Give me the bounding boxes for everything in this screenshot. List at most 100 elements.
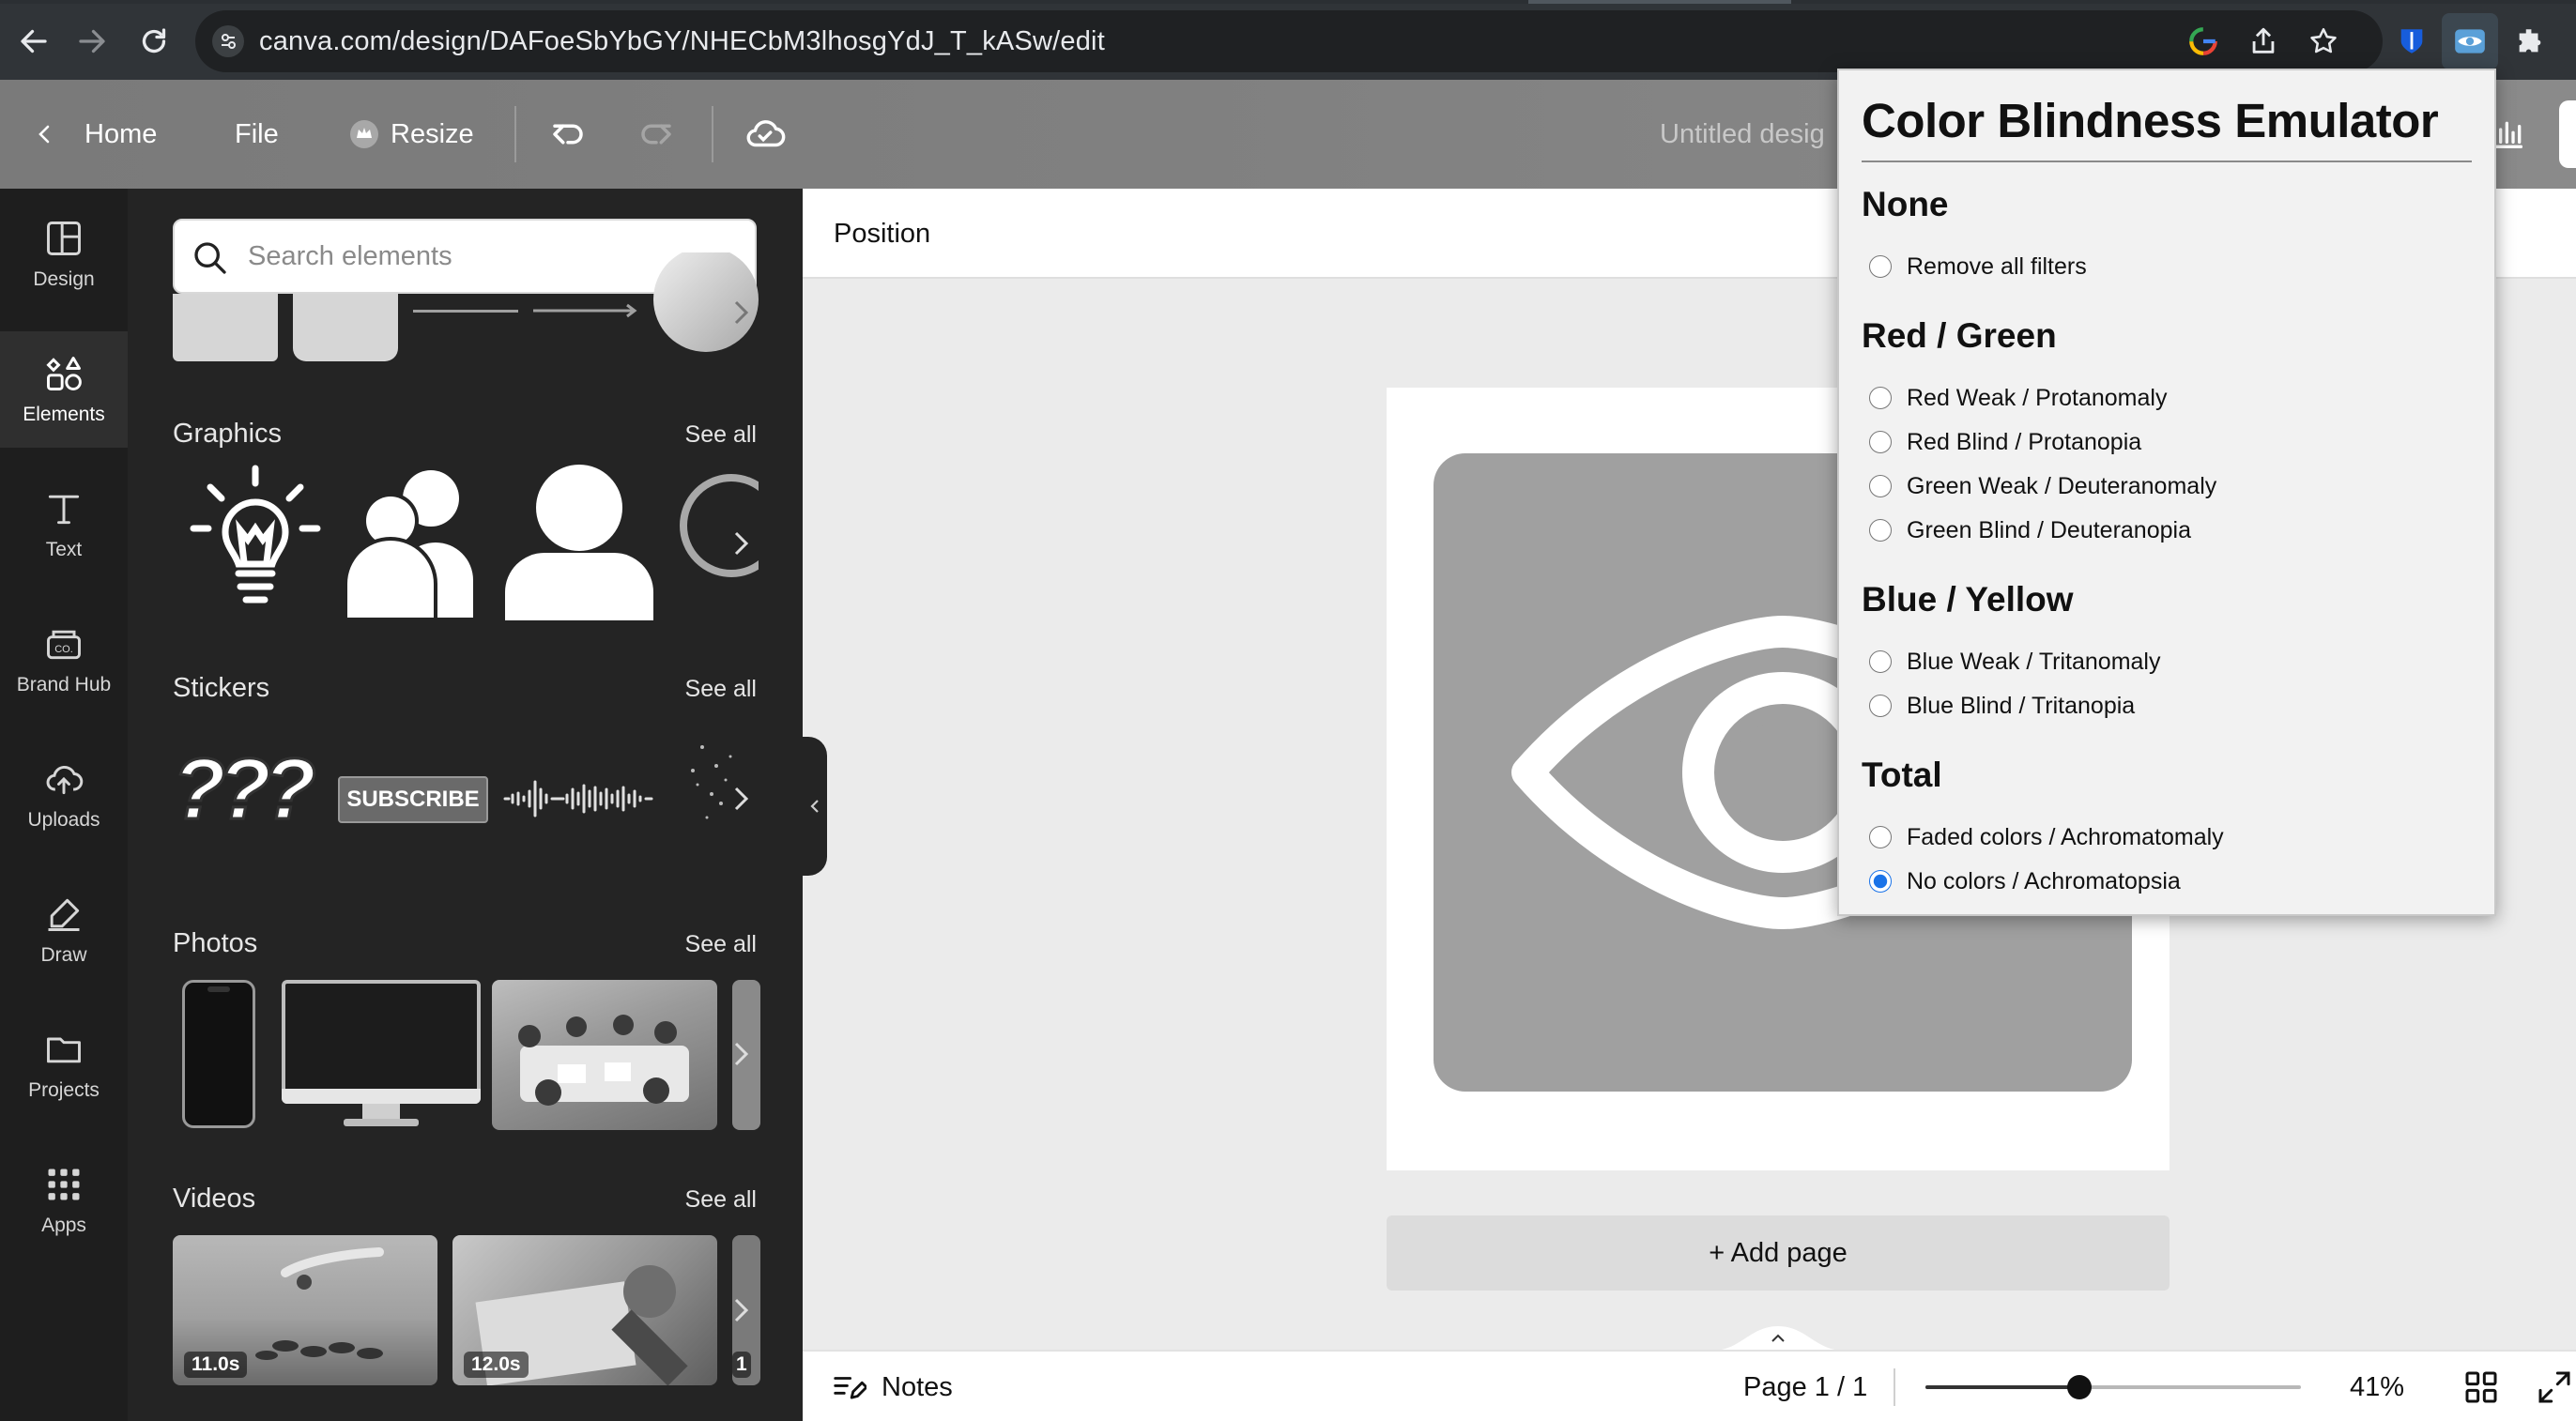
extensions-button[interactable] bbox=[2502, 13, 2558, 69]
filter-option[interactable]: Blue Blind / Tritanopia bbox=[1869, 687, 2135, 725]
video-thumb-1[interactable]: 11.0s bbox=[173, 1235, 437, 1385]
notes-button[interactable]: Notes bbox=[831, 1352, 953, 1421]
filter-option[interactable]: Green Blind / Deuteranopia bbox=[1869, 512, 2191, 549]
rail-label: Design bbox=[33, 268, 95, 290]
rail-item-text[interactable]: Text bbox=[0, 466, 128, 583]
filter-radio[interactable] bbox=[1869, 519, 1892, 542]
filter-label: Remove all filters bbox=[1907, 252, 2087, 280]
filter-radio[interactable] bbox=[1869, 826, 1892, 848]
fullscreen-button[interactable] bbox=[2536, 1368, 2573, 1411]
rail-item-draw[interactable]: Draw bbox=[0, 872, 128, 988]
zoom-slider-handle[interactable] bbox=[2067, 1375, 2092, 1399]
expand-icon bbox=[2538, 1371, 2570, 1403]
shape-square-thumb[interactable] bbox=[173, 294, 278, 361]
text-icon bbox=[48, 495, 80, 525]
filter-radio[interactable] bbox=[1869, 255, 1892, 278]
filter-label: Red Blind / Protanopia bbox=[1907, 428, 2142, 455]
filter-option[interactable]: Faded colors / Achromatomaly bbox=[1869, 818, 2224, 856]
share-button[interactable] bbox=[2559, 100, 2576, 168]
rail-item-design[interactable]: Design bbox=[0, 196, 128, 313]
color-blindness-extension-button[interactable] bbox=[2442, 13, 2498, 69]
shape-arrow-thumb[interactable] bbox=[533, 299, 638, 322]
forward-button[interactable] bbox=[64, 13, 120, 69]
filter-radio[interactable] bbox=[1869, 650, 1892, 673]
shapes-next-button[interactable] bbox=[725, 284, 759, 341]
filter-radio[interactable] bbox=[1869, 431, 1892, 453]
back-button[interactable] bbox=[6, 13, 62, 69]
filter-label: Blue Weak / Tritanomaly bbox=[1907, 648, 2161, 675]
filter-label: Blue Blind / Tritanopia bbox=[1907, 692, 2136, 719]
collapse-panel-button[interactable] bbox=[803, 737, 827, 876]
filter-radio[interactable] bbox=[1869, 475, 1892, 497]
question-marks-sticker[interactable]: ??? bbox=[172, 738, 318, 841]
rail-item-uploads[interactable]: Uploads bbox=[0, 737, 128, 853]
undo-icon bbox=[553, 124, 583, 145]
photo-monitor-thumb[interactable] bbox=[282, 980, 481, 1128]
see-all-videos-link[interactable]: See all bbox=[685, 1186, 757, 1214]
bitwarden-extension-button[interactable] bbox=[2384, 13, 2440, 69]
google-lens-button[interactable] bbox=[2175, 13, 2231, 69]
left-rail: Design Elements Text CO. Brand Hub Uploa… bbox=[0, 189, 128, 1421]
shape-line-thumb[interactable] bbox=[413, 310, 518, 313]
rail-item-apps[interactable]: Apps bbox=[0, 1142, 128, 1259]
user-icon[interactable] bbox=[503, 463, 655, 622]
photos-next-button[interactable] bbox=[725, 1026, 759, 1082]
arrow-right-icon bbox=[79, 29, 105, 53]
url-text[interactable]: canva.com/design/DAFoeSbYbGY/NHECbM3lhos… bbox=[259, 10, 1105, 72]
position-button[interactable]: Position bbox=[834, 189, 930, 279]
site-settings-icon[interactable] bbox=[212, 25, 244, 57]
rail-label: Elements bbox=[23, 404, 105, 425]
zoom-percent-button[interactable]: 41% bbox=[2350, 1352, 2404, 1421]
graphics-next-button[interactable] bbox=[725, 515, 759, 572]
video-thumb-2[interactable]: 12.0s bbox=[452, 1235, 717, 1385]
filter-label: Red Weak / Protanomaly bbox=[1907, 384, 2168, 411]
save-status-button[interactable] bbox=[744, 80, 787, 189]
resize-button[interactable]: Resize bbox=[349, 80, 474, 189]
filter-option[interactable]: Red Weak / Protanomaly bbox=[1869, 379, 2167, 417]
rail-item-projects[interactable]: Projects bbox=[0, 1007, 128, 1123]
sound-wave-sticker[interactable] bbox=[501, 771, 655, 827]
users-icon[interactable] bbox=[342, 463, 483, 622]
filter-radio[interactable] bbox=[1869, 387, 1892, 409]
show-pages-button[interactable] bbox=[1712, 1326, 1844, 1351]
cloud-check-icon bbox=[746, 120, 786, 147]
add-page-button[interactable]: + Add page bbox=[1387, 1215, 2170, 1291]
file-menu-button[interactable]: File bbox=[235, 80, 279, 189]
redo-button[interactable] bbox=[636, 80, 676, 189]
page-count-button[interactable]: Page 1 / 1 bbox=[1743, 1352, 1867, 1421]
see-all-stickers-link[interactable]: See all bbox=[685, 676, 757, 703]
reload-button[interactable] bbox=[126, 13, 182, 69]
address-bar[interactable]: canva.com/design/DAFoeSbYbGY/NHECbM3lhos… bbox=[195, 10, 2383, 72]
home-button[interactable]: Home bbox=[34, 80, 157, 189]
photo-meeting-thumb[interactable] bbox=[492, 980, 717, 1130]
filter-option[interactable]: No colors / Achromatopsia bbox=[1869, 863, 2181, 900]
section-title-graphics: Graphics bbox=[173, 419, 283, 449]
group-title: None bbox=[1862, 185, 1949, 223]
filter-option[interactable]: Blue Weak / Tritanomaly bbox=[1869, 643, 2160, 680]
zoom-slider[interactable] bbox=[1925, 1385, 2301, 1389]
rail-item-brand-hub[interactable]: CO. Brand Hub bbox=[0, 602, 128, 718]
photo-phone-thumb[interactable] bbox=[182, 980, 255, 1128]
cloud-upload-icon bbox=[46, 765, 84, 795]
shape-rounded-square-thumb[interactable] bbox=[293, 294, 398, 361]
undo-button[interactable] bbox=[548, 80, 588, 189]
see-all-photos-link[interactable]: See all bbox=[685, 931, 757, 958]
subscribe-sticker[interactable]: SUBSCRIBE bbox=[338, 776, 488, 823]
grid-view-button[interactable] bbox=[2462, 1368, 2500, 1411]
filter-label: Green Weak / Deuteranomaly bbox=[1907, 472, 2217, 499]
filter-option[interactable]: Green Weak / Deuteranomaly bbox=[1869, 467, 2216, 505]
filter-radio[interactable] bbox=[1869, 695, 1892, 717]
design-title[interactable]: Untitled desig bbox=[1660, 80, 1825, 189]
bookmark-button[interactable] bbox=[2295, 13, 2352, 69]
chevron-right-icon bbox=[734, 787, 749, 811]
filter-option[interactable]: Remove all filters bbox=[1869, 248, 2087, 285]
home-label: Home bbox=[84, 119, 158, 149]
filter-option[interactable]: Red Blind / Protanopia bbox=[1869, 423, 2141, 461]
share-page-button[interactable] bbox=[2235, 13, 2292, 69]
filter-radio[interactable] bbox=[1869, 870, 1892, 893]
lightbulb-icon[interactable] bbox=[180, 463, 330, 622]
videos-next-button[interactable] bbox=[725, 1282, 759, 1338]
stickers-next-button[interactable] bbox=[725, 771, 759, 827]
rail-item-elements[interactable]: Elements bbox=[0, 331, 128, 448]
see-all-graphics-link[interactable]: See all bbox=[685, 421, 757, 449]
